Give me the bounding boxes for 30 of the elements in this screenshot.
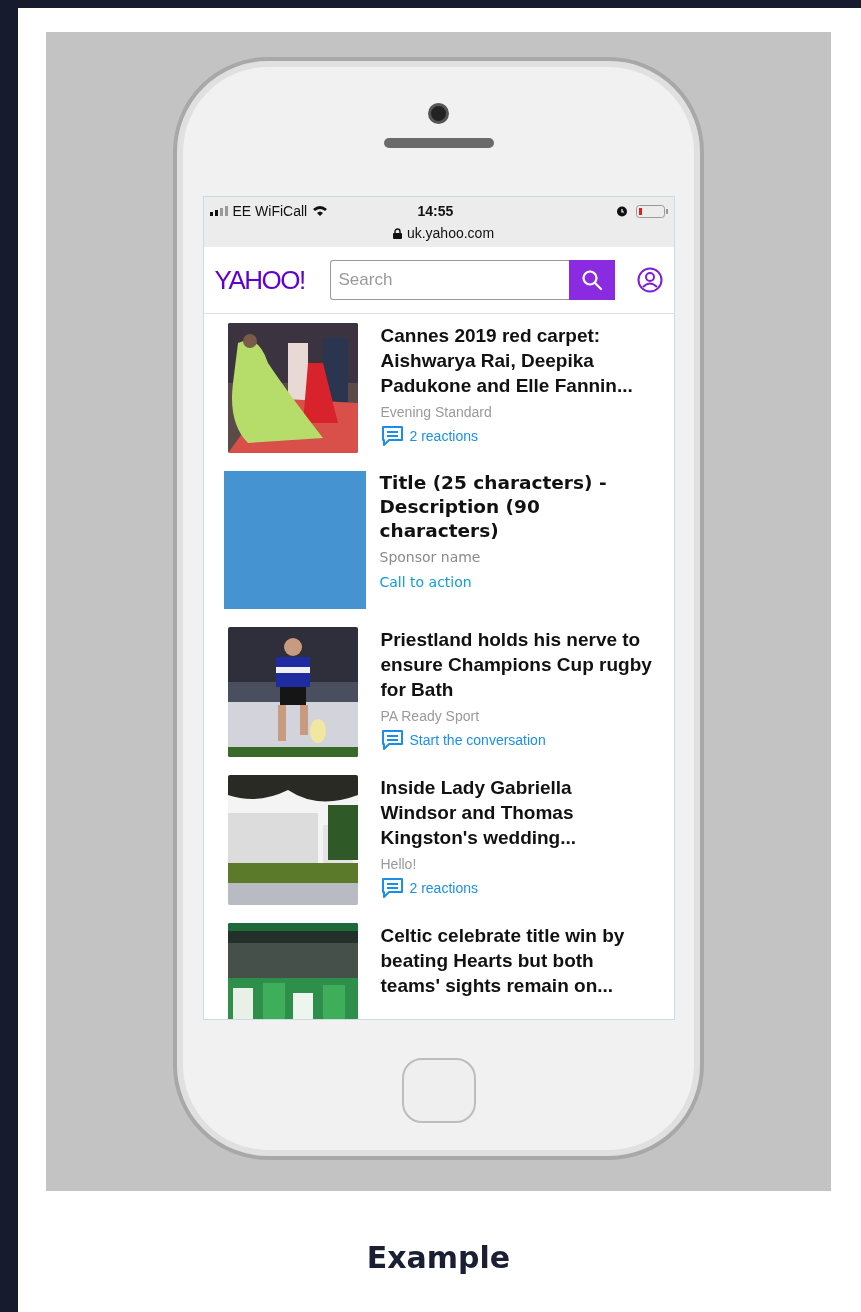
headline[interactable]: Inside Lady Gabriella Windsor and Thomas Kingston's wedding... [380,775,653,850]
carrier-name: EE WiFiCall [232,201,308,221]
search-icon [580,269,603,291]
chat-icon [380,729,404,751]
clock-time: 14:55 [417,201,454,221]
yahoo-logo[interactable]: YAHOO! [214,260,320,300]
battery-icon [635,204,668,218]
lock-icon [392,228,402,239]
chat-icon [380,877,404,899]
comments-link[interactable]: Start the conversation [409,729,546,751]
headline[interactable]: Priestland holds his nerve to ensure Champions Cup rugby for Bath [380,627,653,702]
wifi-icon [312,205,329,217]
profile-icon[interactable] [636,267,663,293]
url-text[interactable]: uk.yahoo.com [406,223,495,244]
search-field[interactable]: Search [329,260,569,300]
headline[interactable]: Celtic celebrate title win by beating Hearts but both teams' sights remain on... [380,923,653,998]
signal-icon [209,206,228,216]
source-name: Hello! [380,855,418,874]
ad-title[interactable]: Title (25 characters) - Description (90 characters) [379,471,630,543]
search-button[interactable] [568,260,615,300]
caption: Example [365,1239,512,1277]
sponsor-name: Sponsor name [379,548,482,567]
comments-link[interactable]: 2 reactions [409,877,478,899]
chat-icon [380,425,404,447]
comments-link[interactable]: 2 reactions [409,425,478,447]
headline[interactable]: Cannes 2019 red carpet: Aishwarya Rai, Deepika Padukone and Elle Fannin... [380,323,653,398]
source-name: Evening Standard [380,403,493,422]
alarm-icon [615,205,628,217]
source-name: PA Ready Sport [380,707,481,726]
camera-icon [428,103,449,124]
